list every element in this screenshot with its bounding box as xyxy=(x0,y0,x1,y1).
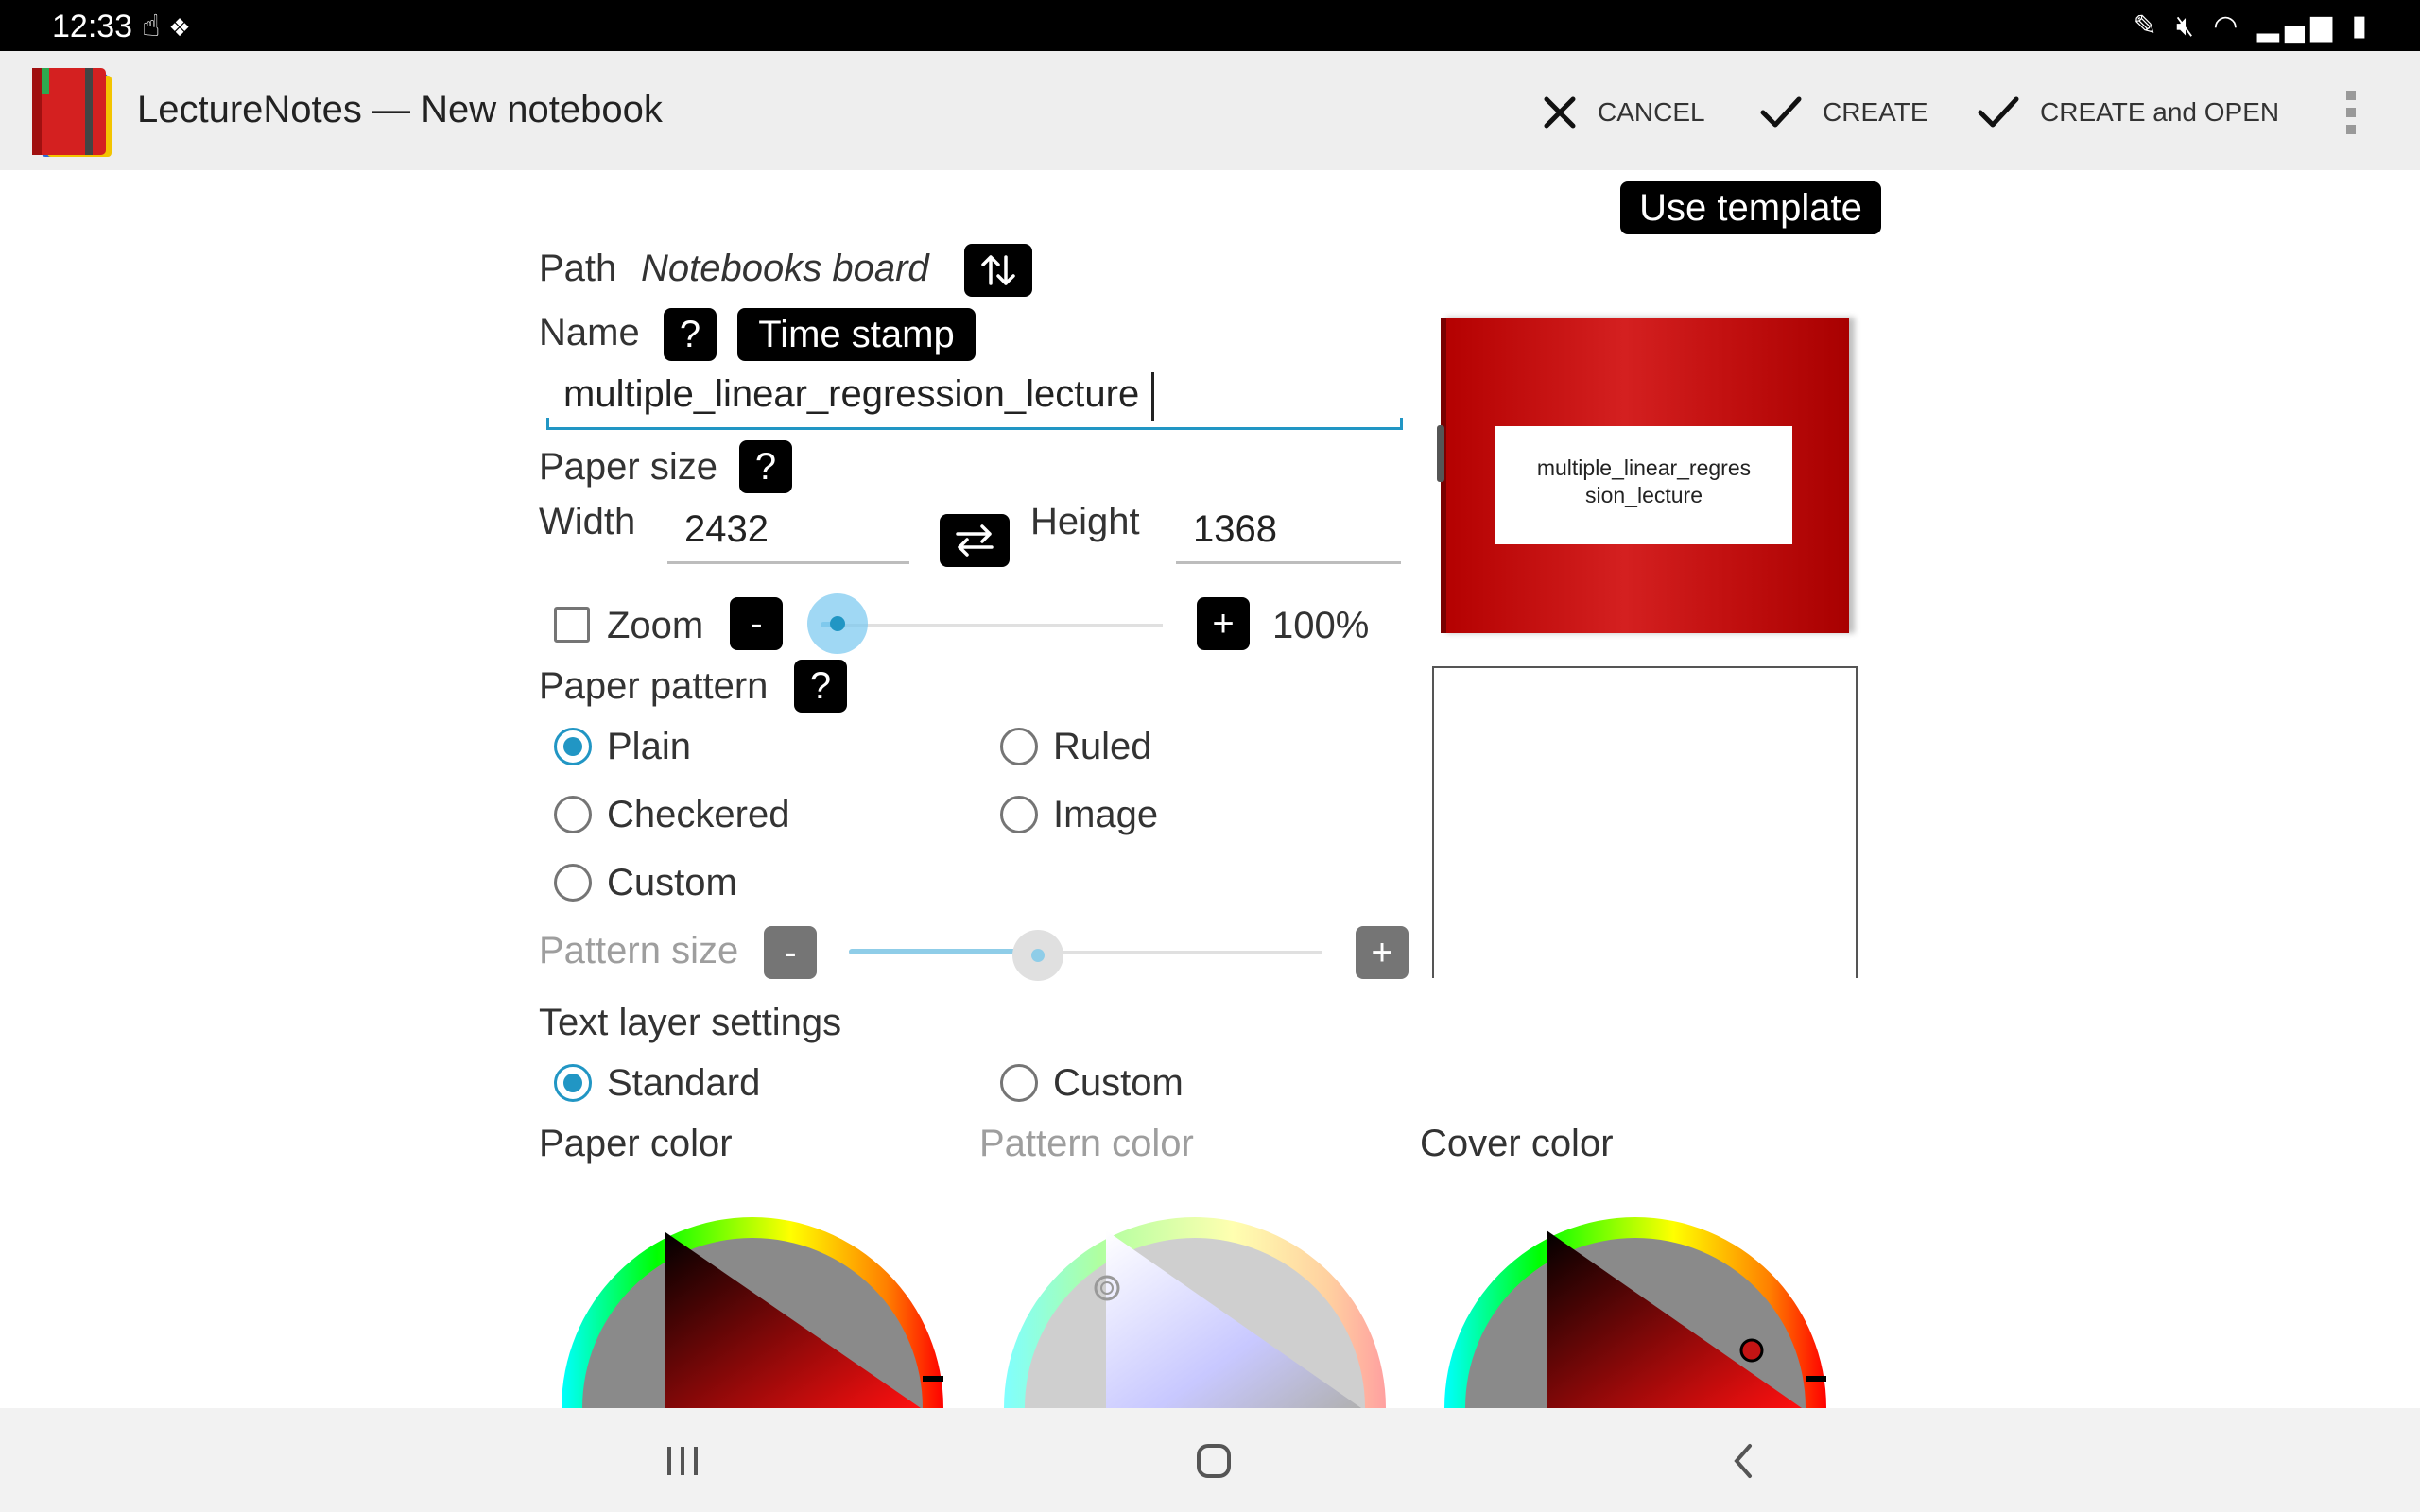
pattern-plain-label[interactable]: Plain xyxy=(607,726,691,768)
lecturenotes-logo-icon xyxy=(32,68,112,157)
paper-color-label: Paper color xyxy=(539,1123,733,1164)
cover-preview-label: multiple_linear_regression_lecture xyxy=(1495,426,1792,544)
width-input-underline xyxy=(667,561,909,564)
pattern-plain-radio[interactable] xyxy=(554,728,592,765)
status-right-icons: ✎ 🔇︎ ◠ ▂▄▆ ▮ xyxy=(2133,9,2373,43)
pattern-image-label[interactable]: Image xyxy=(1053,794,1158,836)
pattern-color-label: Pattern color xyxy=(979,1123,1194,1164)
zoom-minus-button[interactable]: - xyxy=(730,597,783,650)
signal-icon: ▂▄▆ xyxy=(2256,10,2339,42)
name-help-button[interactable]: ? xyxy=(664,308,717,361)
pattern-size-slider-fill xyxy=(849,949,1038,954)
create-button[interactable]: CREATE xyxy=(1760,89,1928,136)
create-and-open-button[interactable]: CREATE and OPEN xyxy=(1978,89,2279,136)
touch-icon: ☝ xyxy=(142,9,161,43)
pattern-size-label: Pattern size xyxy=(539,930,739,971)
text-layer-label: Text layer settings xyxy=(539,1002,842,1043)
paper-size-help-button[interactable]: ? xyxy=(739,440,792,493)
pattern-size-slider-thumb[interactable] xyxy=(1012,930,1063,981)
create-and-open-label: CREATE and OPEN xyxy=(2040,97,2280,127)
pen-icon: ✎ xyxy=(2133,10,2163,42)
change-path-button[interactable] xyxy=(964,244,1032,297)
check-icon xyxy=(1978,96,2019,128)
zoom-value: 100% xyxy=(1272,605,1370,646)
cover-color-label: Cover color xyxy=(1420,1123,1614,1164)
cover-clip xyxy=(1437,425,1444,482)
close-icon xyxy=(1544,96,1576,129)
zoom-checkbox[interactable] xyxy=(554,607,590,643)
zoom-label: Zoom xyxy=(607,605,704,646)
check-icon xyxy=(1760,96,1802,128)
pattern-custom-label[interactable]: Custom xyxy=(607,862,737,904)
pattern-checkered-radio[interactable] xyxy=(554,796,592,833)
pattern-image-radio[interactable] xyxy=(1000,796,1038,833)
status-time: 12:33 xyxy=(52,9,133,44)
height-input-underline xyxy=(1176,561,1401,564)
name-input[interactable]: multiple_linear_regression_lecture xyxy=(563,373,1139,416)
wifi-icon: ◠ xyxy=(2213,10,2244,42)
pattern-checkered-label[interactable]: Checkered xyxy=(607,794,789,836)
back-icon[interactable] xyxy=(1715,1435,1772,1487)
paper-pattern-label: Paper pattern xyxy=(539,665,769,707)
swap-vertical-icon xyxy=(981,255,1015,285)
new-notebook-form: Use template Path Notebooks board Name ?… xyxy=(0,170,2420,1408)
height-input[interactable]: 1368 xyxy=(1193,508,1277,551)
pattern-custom-radio[interactable] xyxy=(554,864,592,902)
time-stamp-button[interactable]: Time stamp xyxy=(737,308,976,361)
name-label: Name xyxy=(539,312,640,353)
name-input-underline xyxy=(546,427,1403,430)
swap-horizontal-icon xyxy=(956,524,994,557)
mute-icon: 🔇︎ xyxy=(2175,10,2200,42)
overflow-menu-icon[interactable] xyxy=(2337,87,2365,138)
height-label: Height xyxy=(1030,501,1140,542)
status-left-icons: ☝ ❖ xyxy=(142,8,191,43)
pattern-size-minus-button[interactable]: - xyxy=(764,926,817,979)
zoom-plus-button[interactable]: + xyxy=(1197,597,1250,650)
app-bar: LectureNotes — New notebook CANCEL CREAT… xyxy=(0,51,2420,170)
text-layer-standard-radio[interactable] xyxy=(554,1064,592,1102)
paper-pattern-help-button[interactable]: ? xyxy=(794,660,847,713)
dropbox-icon: ❖ xyxy=(168,13,191,42)
cover-color-wheel[interactable] xyxy=(1437,1187,1834,1408)
navigation-bar xyxy=(0,1408,2420,1512)
width-input[interactable]: 2432 xyxy=(684,508,769,551)
text-layer-standard-label[interactable]: Standard xyxy=(607,1062,760,1105)
battery-icon: ▮ xyxy=(2351,10,2373,42)
status-bar: 12:33 ☝ ❖ ✎ 🔇︎ ◠ ▂▄▆ ▮ xyxy=(0,0,2420,51)
pattern-ruled-radio[interactable] xyxy=(1000,728,1038,765)
paper-color-wheel[interactable] xyxy=(554,1187,951,1408)
pattern-color-wheel[interactable] xyxy=(996,1187,1393,1408)
recent-apps-icon[interactable] xyxy=(654,1435,711,1487)
use-template-button[interactable]: Use template xyxy=(1620,181,1881,234)
create-label: CREATE xyxy=(1823,97,1928,127)
paper-preview xyxy=(1432,666,1858,978)
home-icon[interactable] xyxy=(1185,1435,1242,1487)
cancel-label: CANCEL xyxy=(1598,97,1705,127)
pattern-ruled-label[interactable]: Ruled xyxy=(1053,726,1152,768)
zoom-slider-track[interactable] xyxy=(821,624,1163,627)
text-cursor xyxy=(1151,372,1154,421)
text-layer-custom-radio[interactable] xyxy=(1000,1064,1038,1102)
app-title: LectureNotes — New notebook xyxy=(137,89,663,130)
cancel-button[interactable]: CANCEL xyxy=(1543,89,1705,136)
zoom-slider-thumb[interactable] xyxy=(807,593,869,654)
swap-dimensions-button[interactable] xyxy=(940,514,1010,567)
text-layer-custom-label[interactable]: Custom xyxy=(1053,1062,1184,1105)
path-value: Notebooks board xyxy=(641,248,929,289)
width-label: Width xyxy=(539,501,636,542)
pattern-size-plus-button[interactable]: + xyxy=(1356,926,1409,979)
path-label: Path xyxy=(539,248,617,289)
paper-size-label: Paper size xyxy=(539,446,717,488)
